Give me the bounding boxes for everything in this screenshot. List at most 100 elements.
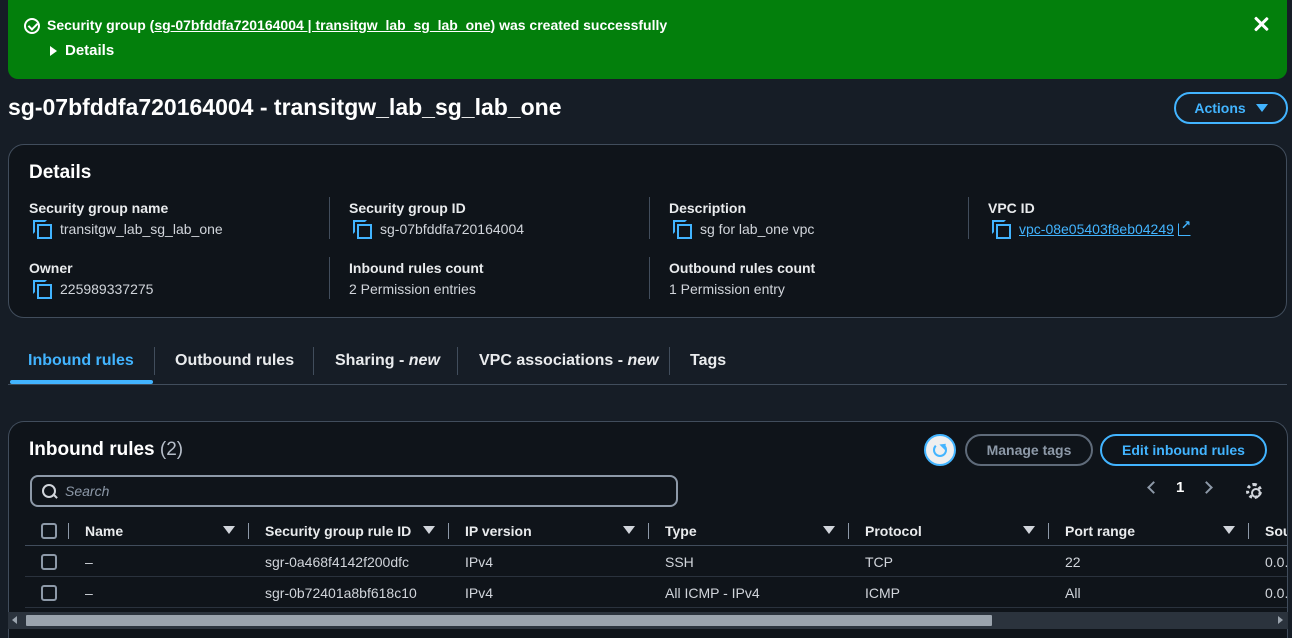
column-separator [68,523,69,539]
cell-ip-version: IPv4 [465,584,494,601]
sort-caret-icon[interactable] [623,526,635,534]
flash-message: Security group (sg-07bfddfa720164004 | t… [47,17,667,33]
field-owner: Owner 225989337275 [29,260,329,299]
tab-vpc-associations-label: VPC associations - [479,352,628,369]
cell-rule-id: sgr-0a468f4142f200dfc [265,553,409,570]
copy-icon[interactable] [353,220,372,239]
field-description: Description sg for lab_one vpc [669,200,969,239]
vpc-id-link[interactable]: vpc-08e05403f8eb04249 [1019,221,1174,237]
search-input[interactable] [65,483,655,499]
manage-tags-button[interactable]: Manage tags [965,434,1093,466]
column-header-type[interactable]: Type [665,515,697,546]
row-select-cell [41,577,57,608]
tab-tags[interactable]: Tags [690,352,726,370]
field-label: VPC ID [988,200,1035,216]
flash-security-group-link[interactable]: sg-07bfddfa720164004 | transitgw_lab_sg_… [154,17,490,33]
copy-icon[interactable] [33,280,52,299]
scroll-right-arrow-icon[interactable] [1278,616,1283,624]
column-header-protocol[interactable]: Protocol [865,515,922,546]
cell-name: – [85,584,93,601]
flash-details-toggle[interactable]: Details [50,42,114,59]
copy-icon[interactable] [33,220,52,239]
cell-name: – [85,553,93,570]
inbound-rules-title: Inbound rules [29,439,155,460]
copy-icon[interactable] [673,220,692,239]
table-header: Name Security group rule ID IP version T… [25,515,1287,546]
active-tab-indicator [10,380,153,384]
chevron-right-icon[interactable] [1200,481,1214,494]
search-icon [42,483,57,499]
cell-port-range: 22 [1065,553,1081,570]
search-box [30,475,678,507]
column-separator [648,523,649,539]
divider [649,257,650,299]
field-inbound-rules-count: Inbound rules count 2 Permission entries [349,260,649,297]
sort-caret-icon[interactable] [223,526,235,534]
sort-caret-icon[interactable] [823,526,835,534]
field-outbound-rules-count: Outbound rules count 1 Permission entry [669,260,969,297]
cell-ip-version: IPv4 [465,553,494,570]
cell-rule-id: sgr-0b72401a8bf618c10 [265,584,417,601]
cell-protocol: TCP [865,553,893,570]
column-separator [848,523,849,539]
table-row[interactable]: – sgr-0a468f4142f200dfc IPv4 SSH TCP 22 … [25,546,1288,577]
row-select-cell [41,546,57,577]
tab-separator [313,347,314,375]
row-checkbox[interactable] [41,584,57,601]
sort-caret-icon[interactable] [423,526,435,534]
field-label: Inbound rules count [349,260,484,276]
details-heading: Details [29,162,92,183]
owner-value: 225989337275 [60,280,154,297]
external-link-icon[interactable] [1177,218,1191,236]
field-label: Security group name [29,200,169,216]
column-header-name[interactable]: Name [85,515,123,546]
tab-separator [154,347,155,375]
divider [329,197,330,239]
new-tag: new [627,352,659,369]
scrollbar-thumb[interactable] [26,615,992,626]
close-icon[interactable] [1251,14,1271,34]
details-panel: Details Security group name transitgw_la… [8,144,1287,318]
column-separator [448,523,449,539]
column-header-source[interactable]: Sou [1265,515,1287,546]
tab-inbound-rules[interactable]: Inbound rules [28,352,134,370]
current-page-number[interactable]: 1 [1176,479,1184,496]
refresh-button[interactable] [924,434,956,466]
row-checkbox[interactable] [41,553,57,570]
column-header-port-range[interactable]: Port range [1065,515,1135,546]
column-header-ip-version[interactable]: IP version [465,515,532,546]
field-label: Description [669,200,747,216]
gear-icon[interactable] [1246,483,1262,499]
edit-inbound-rules-button[interactable]: Edit inbound rules [1100,434,1267,466]
select-all-checkbox[interactable] [41,522,57,539]
field-security-group-name: Security group name transitgw_lab_sg_lab… [29,200,329,239]
security-group-id-value: sg-07bfddfa720164004 [380,220,525,237]
cell-source: 0.0. [1265,553,1288,570]
copy-icon[interactable] [992,220,1011,239]
cell-source: 0.0. [1265,584,1288,601]
column-header-rule-id[interactable]: Security group rule ID [265,515,411,546]
field-security-group-id: Security group ID sg-07bfddfa720164004 [349,200,649,239]
inbound-rules-count: (2) [159,439,184,460]
inbound-rules-table: Name Security group rule ID IP version T… [25,515,1288,608]
chevron-left-icon[interactable] [1147,481,1160,494]
tab-outbound-rules[interactable]: Outbound rules [175,352,294,370]
field-vpc-id: VPC ID vpc-08e05403f8eb04249 [988,200,1288,239]
success-flash-banner: Security group (sg-07bfddfa720164004 | t… [8,0,1287,79]
actions-button[interactable]: Actions [1174,92,1288,124]
divider [649,197,650,239]
scroll-left-arrow-icon[interactable] [12,616,17,624]
cell-type: SSH [665,553,694,570]
column-separator [1048,523,1049,539]
horizontal-scrollbar[interactable] [8,612,1288,629]
select-all-cell [41,515,57,546]
flash-details-label: Details [65,42,115,59]
tab-vpc-associations[interactable]: VPC associations - new [479,352,659,370]
table-row[interactable]: – sgr-0b72401a8bf618c10 IPv4 All ICMP - … [25,577,1288,608]
sort-caret-icon[interactable] [1223,526,1235,534]
sort-caret-icon[interactable] [1023,526,1035,534]
caret-right-icon [50,45,57,56]
tab-sharing[interactable]: Sharing - new [335,352,440,370]
flash-message-suffix: ) was created successfully [490,17,668,33]
outbound-rules-count-value: 1 Permission entry [669,281,785,297]
